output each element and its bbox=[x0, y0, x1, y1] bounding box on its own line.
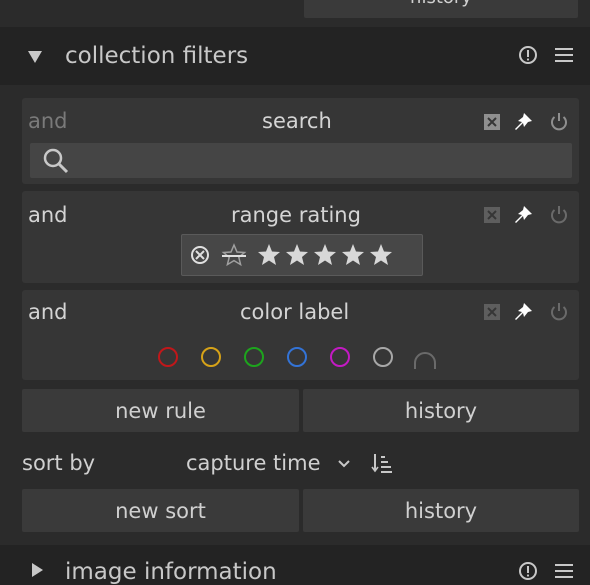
collection-filters-header[interactable]: collection filters bbox=[0, 27, 590, 85]
star-icon-5 bbox=[370, 244, 392, 265]
new-sort-label: new sort bbox=[115, 498, 206, 523]
star-icon-2 bbox=[286, 244, 308, 265]
sort-history-button[interactable]: history bbox=[303, 489, 579, 532]
collapsed-triangle-icon[interactable] bbox=[30, 561, 44, 579]
reject-icon bbox=[191, 246, 209, 264]
search-filter-card: and search bbox=[22, 98, 579, 184]
color-label-row bbox=[158, 345, 458, 371]
rating-filter-title: range rating bbox=[231, 203, 361, 227]
and-or-operator-icon[interactable] bbox=[412, 349, 438, 371]
purple-label-toggle[interactable] bbox=[330, 347, 350, 367]
top-history-label: history bbox=[410, 0, 472, 8]
green-label-toggle[interactable] bbox=[244, 347, 264, 367]
color-label-filter-card: and color label bbox=[22, 290, 579, 380]
red-label-toggle[interactable] bbox=[158, 347, 178, 367]
sort-order-icon[interactable] bbox=[371, 452, 393, 474]
image-information-header[interactable]: image information bbox=[0, 545, 590, 585]
star-icon-1 bbox=[258, 244, 280, 265]
search-filter-title: search bbox=[262, 109, 332, 133]
new-rule-button[interactable]: new rule bbox=[22, 389, 299, 432]
not-rated-star-icon bbox=[221, 243, 247, 267]
sort-by-label: sort by bbox=[22, 451, 96, 475]
blue-label-toggle[interactable] bbox=[287, 347, 307, 367]
chevron-down-icon bbox=[337, 455, 351, 468]
search-input[interactable] bbox=[30, 143, 572, 178]
pin-icon[interactable] bbox=[512, 301, 534, 323]
sort-field-select[interactable]: capture time bbox=[186, 449, 362, 479]
search-icon bbox=[42, 147, 70, 175]
star-icon-3 bbox=[314, 244, 336, 265]
rules-history-label: history bbox=[404, 398, 478, 423]
pin-icon[interactable] bbox=[512, 204, 534, 226]
expand-triangle-icon[interactable] bbox=[27, 44, 43, 66]
power-icon[interactable] bbox=[548, 204, 570, 226]
menu-icon[interactable] bbox=[553, 561, 575, 581]
presets-icon[interactable] bbox=[518, 45, 538, 65]
remove-rule-icon[interactable] bbox=[483, 303, 501, 321]
power-icon[interactable] bbox=[548, 111, 570, 133]
color-operator[interactable]: and bbox=[28, 300, 68, 324]
pin-icon[interactable] bbox=[512, 111, 534, 133]
sort-field-value: capture time bbox=[186, 451, 321, 475]
color-filter-title: color label bbox=[240, 300, 350, 324]
new-rule-label: new rule bbox=[115, 398, 206, 423]
rating-operator[interactable]: and bbox=[28, 203, 68, 227]
gray-label-toggle[interactable] bbox=[373, 347, 393, 367]
sort-history-label: history bbox=[404, 498, 478, 523]
rules-history-button[interactable]: history bbox=[303, 389, 579, 432]
image-information-title: image information bbox=[65, 559, 277, 585]
rating-stars-svg bbox=[191, 243, 392, 267]
collection-filters-title: collection filters bbox=[65, 43, 249, 69]
new-sort-button[interactable]: new sort bbox=[22, 489, 299, 532]
top-history-button[interactable]: history bbox=[304, 0, 578, 18]
rating-filter-card: and range rating bbox=[22, 191, 579, 283]
power-icon[interactable] bbox=[548, 301, 570, 323]
remove-rule-icon[interactable] bbox=[483, 113, 501, 131]
presets-icon[interactable] bbox=[518, 561, 538, 581]
rating-range-widget[interactable] bbox=[181, 234, 423, 276]
menu-icon[interactable] bbox=[553, 45, 575, 65]
star-icon-4 bbox=[342, 244, 364, 265]
remove-rule-icon[interactable] bbox=[483, 206, 501, 224]
search-operator[interactable]: and bbox=[28, 109, 68, 133]
yellow-label-toggle[interactable] bbox=[201, 347, 221, 367]
